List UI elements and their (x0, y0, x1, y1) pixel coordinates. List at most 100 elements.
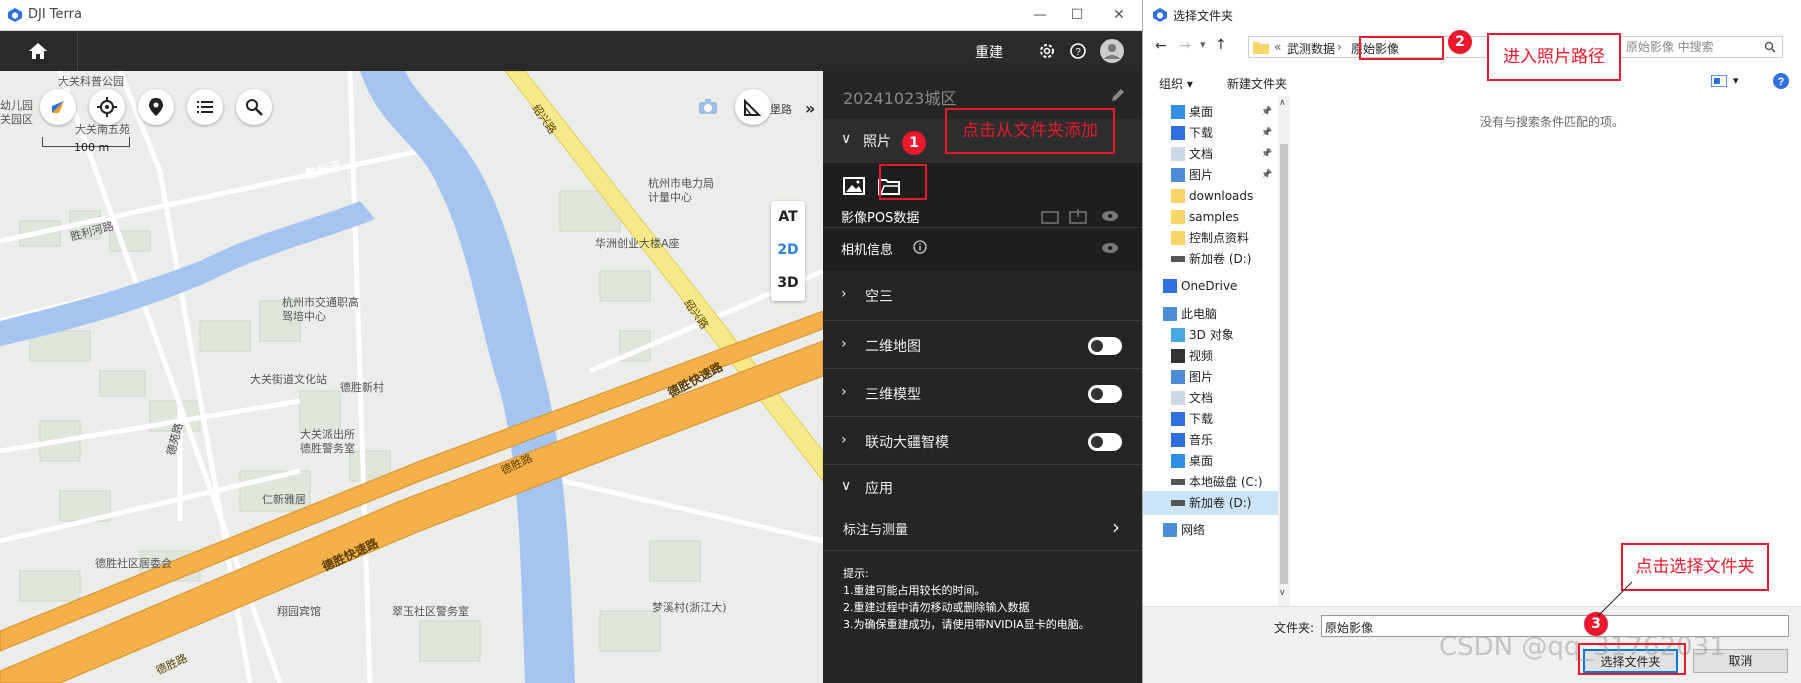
home-icon (29, 43, 47, 59)
list-button[interactable] (187, 89, 223, 125)
map-label: 驾培中心 (282, 310, 326, 323)
terra-topbar: 重建 ? (0, 31, 1142, 71)
view-dropdown-icon[interactable]: ▾ (1733, 74, 1739, 87)
annotation-step-2: 2 (1448, 30, 1472, 54)
map-label: 计量中心 (648, 191, 692, 204)
maximize-button[interactable]: ☐ (1062, 4, 1092, 26)
video-icon (1171, 349, 1185, 363)
nav-item[interactable]: 新加卷 (D:) (1143, 491, 1278, 515)
measure-button[interactable] (735, 89, 771, 125)
nav-item[interactable]: OneDrive (1143, 274, 1278, 298)
terra-titlebar: DJI Terra — ☐ ✕ (0, 0, 1142, 31)
map-pin-icon (149, 98, 163, 116)
path-segment[interactable]: 武测数据 (1287, 40, 1335, 57)
nav-item[interactable]: 网络 (1143, 518, 1278, 542)
crosshair-icon (97, 97, 117, 117)
computer-icon (1163, 307, 1177, 321)
help-icon[interactable]: ? (1773, 73, 1789, 89)
map-label: 德胜新村 (340, 381, 384, 394)
pos-export-icon[interactable] (1069, 208, 1087, 224)
document-icon (1171, 391, 1185, 405)
view-at-button[interactable]: AT (771, 201, 805, 234)
nav-item-label: OneDrive (1181, 279, 1238, 293)
model3d-section-header[interactable]: › 三维模型 (823, 369, 1142, 417)
annotation-step-1: 1 (902, 131, 926, 155)
back-arrow-icon[interactable]: ← (1155, 38, 1167, 54)
search-button[interactable] (236, 89, 272, 125)
folder-icon (1171, 210, 1185, 224)
pin-button[interactable] (138, 89, 174, 125)
new-folder-button[interactable]: 新建文件夹 (1227, 75, 1287, 92)
apps-label: 应用 (865, 481, 893, 497)
map-label: 德胜警务室 (300, 442, 355, 455)
settings-icon[interactable] (1037, 41, 1057, 61)
minimize-button[interactable]: — (1025, 4, 1055, 26)
divider (823, 227, 1142, 228)
linkage-label: 联动大疆智模 (865, 435, 949, 451)
nav-item[interactable]: 新加卷 (D:) (1143, 247, 1278, 271)
camera-icon[interactable] (697, 98, 719, 116)
collapse-panel-icon[interactable]: » (805, 99, 815, 118)
eye-icon[interactable] (1101, 210, 1119, 222)
eye-icon[interactable] (1101, 242, 1119, 254)
close-button[interactable]: ✕ (1104, 4, 1134, 26)
compass-button[interactable] (40, 89, 76, 125)
apps-section-header[interactable]: ∨ 应用 (823, 465, 1142, 505)
avatar-icon[interactable] (1100, 39, 1124, 63)
organize-button[interactable]: 组织 ▾ (1159, 75, 1193, 92)
tip-line: 3.为确保重建成功，请使用带NVIDIA显卡的电脑。 (843, 618, 1090, 631)
pos-import-icon[interactable] (1041, 208, 1059, 224)
map-label: 翠玉社区警务室 (392, 605, 469, 618)
recent-dropdown-icon[interactable]: ▾ (1200, 38, 1206, 51)
nav-item-label: 网络 (1181, 523, 1206, 537)
tip-line: 2.重建过程中请勿移动或删除输入数据 (843, 601, 1030, 614)
info-icon[interactable] (913, 240, 927, 254)
view-3d-button[interactable]: 3D (771, 267, 805, 300)
model3d-label: 三维模型 (865, 387, 921, 403)
terra-logo-icon (1153, 8, 1167, 22)
scrollbar-thumb[interactable] (1280, 144, 1288, 584)
cloud-icon (1163, 279, 1177, 293)
image-add-icon[interactable] (843, 177, 865, 195)
chevron-right-icon: › (841, 286, 847, 302)
help-icon[interactable]: ? (1068, 41, 1088, 61)
nav-item-label: 新加卷 (D:) (1189, 496, 1252, 510)
desktop-icon (1171, 105, 1185, 119)
nav-scrollbar[interactable] (1278, 96, 1290, 606)
map-label: 大关街道文化站 (250, 373, 327, 386)
scroll-down-icon[interactable]: ∨ (1279, 588, 1286, 598)
compass-icon (52, 101, 64, 113)
empty-message: 没有与搜索条件匹配的项。 (1480, 115, 1625, 129)
chevron-right-icon: › (1337, 40, 1342, 54)
model3d-toggle[interactable] (1088, 385, 1122, 403)
up-arrow-icon[interactable]: ↑ (1215, 37, 1227, 53)
locate-button[interactable] (89, 89, 125, 125)
dialog-toolbar: 组织 ▾ 新建文件夹 ▾ ? (1143, 68, 1801, 96)
download-icon (1171, 126, 1185, 140)
map2d-toggle[interactable] (1088, 337, 1122, 355)
terra-logo-icon (8, 8, 22, 22)
linkage-toggle[interactable] (1088, 433, 1122, 451)
annotation-text-1: 点击从文件夹添加 (945, 108, 1115, 154)
at-section-header[interactable]: › 空三 (823, 271, 1142, 321)
forward-arrow-icon[interactable]: → (1179, 38, 1191, 54)
music-icon (1171, 433, 1185, 447)
map-view[interactable]: 大关科普公园 幼儿园 关园区 大关南五苑 胜利河路 杭州市电力局 计量中心 华洲… (0, 71, 823, 683)
measure-item[interactable]: 标注与测量 › (823, 505, 1142, 551)
scroll-up-icon[interactable]: ∧ (1279, 98, 1286, 108)
path-separator: « (1274, 40, 1282, 54)
map2d-section-header[interactable]: › 二维地图 (823, 321, 1142, 369)
folder-icon (1253, 42, 1269, 54)
edit-icon[interactable] (1110, 87, 1126, 103)
navigation-pane: 桌面 📌 下载 📌 文档 📌 图片 📌 downloads samples 控制点资料 新加卷 (D:… (1143, 96, 1290, 596)
search-placeholder: 在 原始影像 中搜索 (1610, 40, 1714, 54)
ruler-angle-icon (744, 98, 762, 116)
view-2d-button[interactable]: 2D (771, 234, 805, 267)
linkage-section-header[interactable]: › 联动大疆智模 (823, 417, 1142, 465)
map-label: 德胜社区居委会 (95, 557, 172, 570)
document-icon (1171, 147, 1185, 161)
view-options-icon[interactable] (1711, 75, 1727, 87)
rebuild-button[interactable]: 重建 (975, 42, 1003, 62)
download-icon (1171, 412, 1185, 426)
home-button[interactable] (0, 31, 78, 71)
